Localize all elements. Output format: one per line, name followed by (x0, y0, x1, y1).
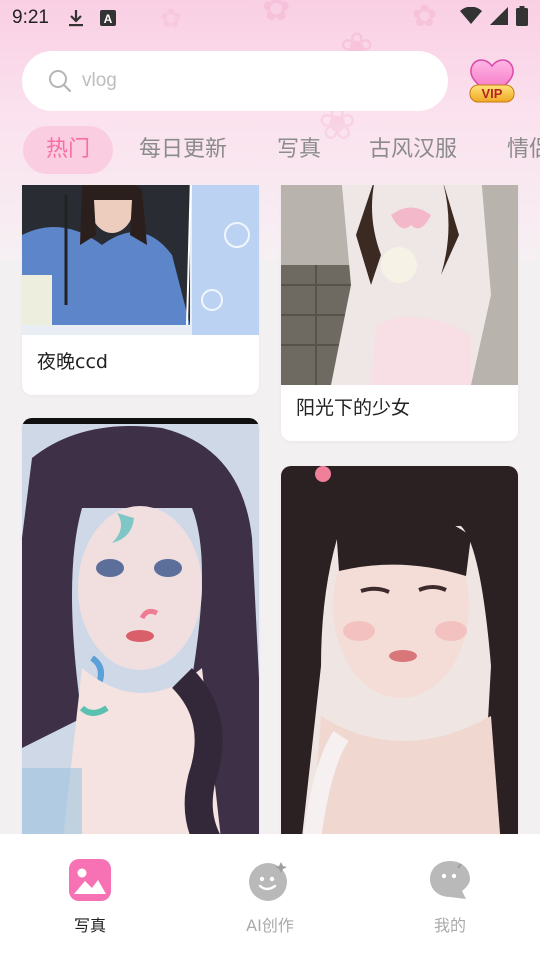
nav-item-ai-create[interactable]: AI创作 (210, 858, 330, 936)
nav-label: 我的 (433, 916, 466, 935)
nav-item-mine[interactable]: 我的 (390, 858, 510, 936)
search-input[interactable] (82, 70, 402, 92)
profile-chat-icon (428, 858, 472, 902)
ai-face-icon (248, 858, 292, 902)
search-bar[interactable] (22, 51, 448, 111)
search-icon (48, 69, 72, 93)
photo-card[interactable] (281, 466, 518, 835)
card-title: 夜晚ccd (37, 351, 108, 373)
photo-card[interactable]: 夜晚ccd (22, 185, 259, 395)
status-time: 9:21 (12, 7, 49, 28)
wifi-icon (460, 6, 482, 30)
tab-hot[interactable]: 热门 (23, 126, 114, 174)
signal-icon (490, 6, 508, 30)
card-photo (22, 418, 259, 835)
vip-label: VIP (481, 86, 503, 101)
status-bar: 9:21 A (0, 0, 540, 36)
bottom-navigation: 写真 AI创作 我的 (0, 834, 540, 960)
card-title: 阳光下的少女 (296, 397, 411, 419)
nav-label: AI创作 (246, 916, 294, 935)
vip-button[interactable]: VIP (466, 55, 518, 105)
status-icons (460, 5, 528, 31)
nav-label: 写真 (73, 916, 106, 935)
photo-gallery-icon (68, 858, 112, 902)
battery-icon (516, 5, 528, 31)
a-badge-icon: A (99, 9, 117, 27)
svg-text:A: A (104, 12, 113, 26)
photo-feed[interactable]: 夜晚ccd 阳光下的少女 (0, 185, 540, 835)
category-tabs: 热门 每日更新 写真 古风汉服 情侣 (0, 124, 540, 178)
tab-daily-update[interactable]: 每日更新 (139, 126, 227, 174)
photo-card[interactable] (22, 418, 259, 835)
card-photo (281, 466, 518, 835)
tab-hanfu[interactable]: 古风汉服 (369, 126, 457, 174)
download-icon (67, 9, 85, 27)
photo-card[interactable]: 阳光下的少女 (281, 185, 518, 441)
tab-couple[interactable]: 情侣 (507, 126, 540, 174)
card-photo (281, 185, 518, 385)
tab-portrait[interactable]: 写真 (277, 126, 321, 174)
card-photo (22, 185, 259, 335)
nav-item-portrait[interactable]: 写真 (30, 858, 150, 936)
